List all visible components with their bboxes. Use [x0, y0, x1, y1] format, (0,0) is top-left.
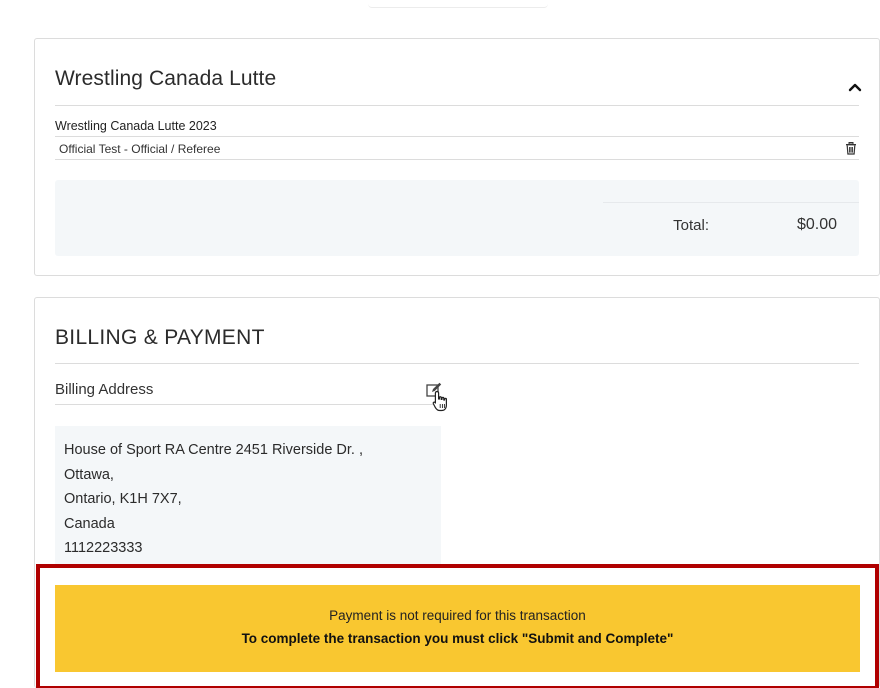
total-panel: Total: $0.00: [55, 180, 859, 256]
line-item-row: Official Test - Official / Referee: [55, 136, 859, 160]
total-value: $0.00: [796, 216, 837, 233]
billing-title-divider: [55, 363, 859, 364]
total-label: Total:: [673, 217, 709, 234]
line-item-label: Official Test - Official / Referee: [59, 142, 221, 156]
billing-address-block: House of Sport RA Centre 2451 Riverside …: [55, 426, 441, 564]
address-line-country: Canada: [64, 515, 115, 532]
title-divider: [55, 105, 859, 106]
billing-section-title: BILLING & PAYMENT: [55, 326, 265, 349]
address-line-city: Ottawa,: [64, 466, 114, 483]
collapse-button[interactable]: [843, 75, 867, 99]
edit-address-button[interactable]: [423, 380, 453, 414]
delete-item-button[interactable]: [843, 140, 859, 156]
event-name: Wrestling Canada Lutte 2023: [55, 119, 217, 133]
top-tab-edge: [368, 0, 548, 8]
address-line-street: House of Sport RA Centre 2451 Riverside …: [64, 442, 364, 458]
billing-address-label: Billing Address: [55, 381, 154, 398]
address-line-province: Ontario, K1H 7X7,: [64, 491, 182, 507]
address-line-phone: 1112223333: [64, 540, 143, 556]
hand-pointer-icon: [432, 390, 447, 412]
billing-address-divider: [55, 404, 439, 405]
total-divider: [603, 202, 859, 203]
trash-icon: [846, 141, 856, 155]
highlight-frame: [36, 564, 879, 688]
org-title: Wrestling Canada Lutte: [55, 67, 277, 90]
chevron-up-icon: [848, 83, 862, 92]
order-summary-card: Wrestling Canada Lutte Wrestling Canada …: [34, 38, 880, 276]
